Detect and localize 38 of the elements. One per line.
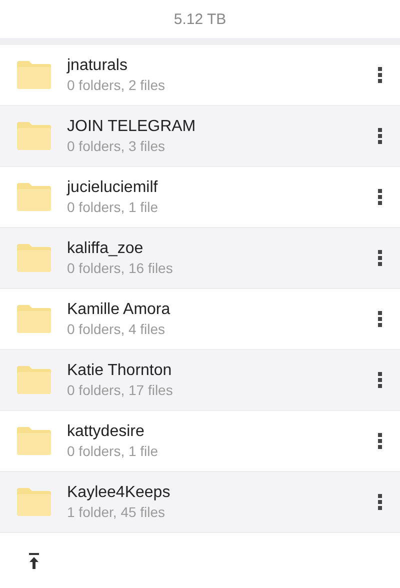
- more-options-icon[interactable]: [378, 189, 382, 205]
- folder-name: kattydesire: [67, 422, 146, 442]
- folder-row[interactable]: Kaylee4Keeps 1 folder, 45 files: [0, 472, 400, 533]
- folder-name: Katie Thornton: [67, 361, 173, 381]
- folder-icon: [17, 122, 51, 150]
- folder-details: 0 folders, 3 files: [67, 137, 166, 155]
- folder-details: 0 folders, 1 file: [67, 198, 160, 216]
- more-options-icon[interactable]: [378, 250, 382, 266]
- folder-icon: [17, 488, 51, 516]
- folder-details: 0 folders, 1 file: [67, 442, 160, 460]
- folder-row[interactable]: JOIN TELEGRAM 0 folders, 3 files: [0, 106, 400, 167]
- folder-name: jnaturals: [67, 56, 128, 76]
- folder-details: 0 folders, 2 files: [67, 76, 166, 94]
- more-options-icon[interactable]: [378, 433, 382, 449]
- folder-icon: [17, 244, 51, 272]
- folder-name: kaliffa_zoe: [67, 239, 144, 259]
- storage-size: 5.12 TB: [174, 10, 226, 28]
- folder-icon: [17, 183, 51, 211]
- upload-icon[interactable]: [28, 552, 40, 568]
- folder-name: jucieluciemilf: [67, 178, 159, 198]
- more-options-icon[interactable]: [378, 311, 382, 327]
- folder-row[interactable]: Katie Thornton 0 folders, 17 files: [0, 350, 400, 411]
- folder-name: Kamille Amora: [67, 300, 172, 320]
- folder-icon: [17, 427, 51, 455]
- folder-icon: [17, 366, 51, 394]
- folder-row[interactable]: kaliffa_zoe 0 folders, 16 files: [0, 228, 400, 289]
- more-options-icon[interactable]: [378, 372, 382, 388]
- folder-details: 1 folder, 45 files: [67, 503, 166, 521]
- more-options-icon[interactable]: [378, 128, 382, 144]
- more-options-icon[interactable]: [378, 494, 382, 510]
- folder-name: Kaylee4Keeps: [67, 483, 172, 503]
- folder-details: 0 folders, 17 files: [67, 381, 174, 399]
- folder-icon: [17, 61, 51, 89]
- folder-name: JOIN TELEGRAM: [67, 117, 197, 137]
- folder-icon: [17, 305, 51, 333]
- folder-details: 0 folders, 16 files: [67, 259, 174, 277]
- more-options-icon[interactable]: [378, 67, 382, 83]
- folder-details: 0 folders, 4 files: [67, 320, 166, 338]
